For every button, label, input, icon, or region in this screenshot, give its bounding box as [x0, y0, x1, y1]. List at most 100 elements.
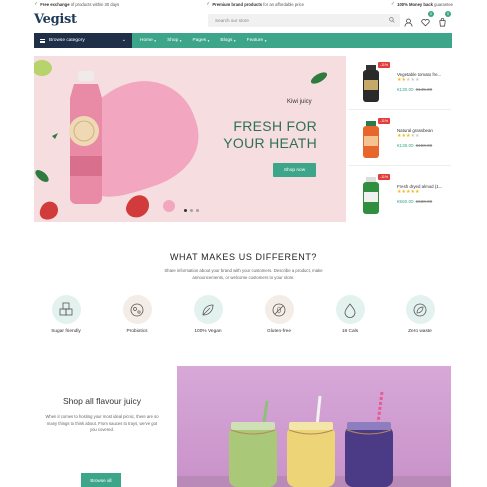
caret-down-icon: ▾: [179, 38, 182, 43]
product-card-2[interactable]: -11% Natural grassbean ★★★★★ €135.00 €150…: [348, 112, 451, 166]
feature-icon-bg: [122, 295, 152, 324]
wishlist-count: 0: [428, 11, 434, 17]
sale-badge: -11%: [378, 118, 391, 124]
product-price: €135.00 €150.00: [397, 143, 433, 148]
calories-icon: [344, 302, 356, 318]
zero-waste-icon: [413, 303, 427, 316]
hero-subtitle: Kiwi juicy: [287, 99, 312, 105]
feature-label: Zero waste: [408, 329, 432, 334]
product-name[interactable]: Fresh dryed almod (1...: [397, 184, 442, 189]
features-list: Sugar friendly Probiotics 100% Vegan Glu…: [34, 295, 454, 341]
browse-category-button[interactable]: Browse category ⌄: [34, 33, 132, 48]
caret-down-icon: ▾: [207, 38, 210, 43]
nav-item-shop[interactable]: Shop ▾: [167, 38, 181, 43]
product-rating: ★★★★★: [397, 134, 420, 139]
promo-description: When it comes to hosting your most ideal…: [45, 414, 159, 432]
nav-item-home[interactable]: Home ▾: [140, 38, 156, 43]
old-price: €145.00: [415, 87, 433, 92]
browse-category-label: Browse category: [49, 38, 85, 43]
feature-zero-waste: Zero waste: [390, 295, 450, 334]
product-price: €560.00 €630.00: [397, 199, 433, 204]
cart-icon[interactable]: 0: [438, 11, 451, 27]
wishlist-icon[interactable]: 0: [421, 11, 434, 27]
browse-all-button[interactable]: Browse all: [81, 473, 121, 487]
topbar-exchange-text: of products within 30 days: [69, 1, 120, 7]
menu-icon: [40, 38, 45, 43]
page: ✓ Free exchange of products within 30 da…: [0, 0, 487, 487]
chevron-down-icon: ⌄: [121, 37, 126, 43]
probiotics-icon: [130, 303, 144, 316]
caret-down-icon: ▾: [264, 38, 267, 43]
promo-title: Shop all flavour juicy: [63, 396, 141, 406]
feature-icon-bg: [193, 295, 223, 324]
topbar-premium-text: for an affordable price: [262, 1, 304, 7]
caret-down-icon: ▾: [154, 38, 157, 43]
product-image: [363, 121, 379, 158]
feature-vegan: 100% Vegan: [178, 295, 238, 334]
product-name[interactable]: Vegetable tomato fre...: [397, 72, 441, 77]
feature-icon-bg: [51, 295, 81, 324]
sugar-cubes-icon: [59, 302, 73, 315]
old-price: €150.00: [415, 143, 433, 148]
feature-icon-bg: [405, 295, 435, 324]
search-icon[interactable]: [389, 17, 395, 23]
hero-banner: Kiwi juicy FRESH FOR YOUR HEATH Shop now: [34, 56, 346, 222]
check-icon: ✓: [390, 0, 396, 7]
sale-badge: -11%: [378, 62, 391, 68]
slider-dot-3[interactable]: [196, 209, 199, 212]
search-placeholder: Search our store: [215, 18, 249, 23]
search-input[interactable]: Search our store: [208, 14, 400, 27]
top-bar: ✓ Free exchange of products within 30 da…: [0, 0, 487, 8]
check-icon: ✓: [34, 0, 39, 7]
product-card-3[interactable]: -11% Fresh dryed almod (1... ★★★★★ €560.…: [348, 168, 451, 222]
feature-label: Sugar friendly: [51, 329, 81, 334]
feature-label: Probiotics: [126, 329, 148, 334]
caret-down-icon: ▾: [233, 38, 236, 43]
nav-item-pages[interactable]: Pages ▾: [193, 38, 210, 43]
slider-dot-2[interactable]: [190, 209, 193, 212]
hero-title-line1: FRESH FOR: [233, 118, 317, 134]
feature-label: Gluten-free: [267, 329, 291, 334]
feature-icon-bg: [264, 295, 294, 324]
slider-dots: [184, 209, 199, 212]
header: Vegist Search our store 0 0: [0, 8, 487, 32]
nav-bar: Home ▾ Shop ▾ Pages ▾ Blogs ▾ Feature ▾: [132, 33, 452, 48]
feature-probiotics: Probiotics: [107, 295, 167, 334]
cart-count: 0: [445, 11, 451, 17]
check-icon: ✓: [206, 0, 211, 7]
juice-jars-image: [177, 366, 451, 487]
header-icons: 0 0: [404, 11, 451, 27]
feature-calories: 18 Cals: [320, 295, 380, 334]
topbar-exchange-bold: Free exchange: [40, 1, 70, 7]
product-image: [363, 177, 379, 214]
old-price: €630.00: [415, 199, 433, 204]
product-rating: ★★★★★: [397, 190, 420, 195]
feature-label: 18 Cals: [341, 329, 359, 334]
topbar-premium-bold: Premium brand products: [212, 1, 263, 7]
main-nav: Browse category ⌄ Home ▾ Shop ▾ Pages ▾ Blo…: [0, 33, 487, 48]
feature-label: 100% Vegan: [194, 329, 222, 334]
topbar-moneyback-text: guarantee: [432, 1, 453, 7]
topbar-moneyback: ✓ 100% Money back guarantee: [390, 0, 453, 7]
topbar-moneyback-bold: 100% Money back: [397, 1, 433, 7]
gluten-free-icon: [272, 303, 286, 316]
feature-icon-bg: [335, 295, 365, 324]
featured-products: -11% Vegetable tomato fre... ★★★★★ €130.…: [348, 56, 451, 222]
product-card-1[interactable]: -11% Vegetable tomato fre... ★★★★★ €130.…: [348, 56, 451, 110]
leaf-icon: [202, 304, 214, 315]
shop-now-button[interactable]: Shop now: [273, 163, 316, 177]
account-icon[interactable]: [404, 14, 413, 27]
sale-badge: -11%: [378, 174, 391, 180]
product-name[interactable]: Natural grassbean: [397, 128, 433, 133]
nav-item-feature[interactable]: Feature ▾: [247, 38, 267, 43]
section-title: WHAT MAKES US DIFFERENT?: [169, 252, 318, 262]
feature-sugar-friendly: Sugar friendly: [36, 295, 96, 334]
hero-title-line2: YOUR HEATH: [223, 135, 317, 151]
slider-dot-1[interactable]: [184, 209, 187, 212]
topbar-exchange: ✓ Free exchange of products within 30 da…: [34, 0, 120, 7]
product-rating: ★★★★★: [397, 78, 420, 83]
logo[interactable]: Vegist: [34, 12, 77, 27]
product-image: [363, 65, 379, 102]
section-description: Share information about your brand with …: [164, 268, 323, 280]
nav-item-blogs[interactable]: Blogs ▾: [220, 38, 235, 43]
